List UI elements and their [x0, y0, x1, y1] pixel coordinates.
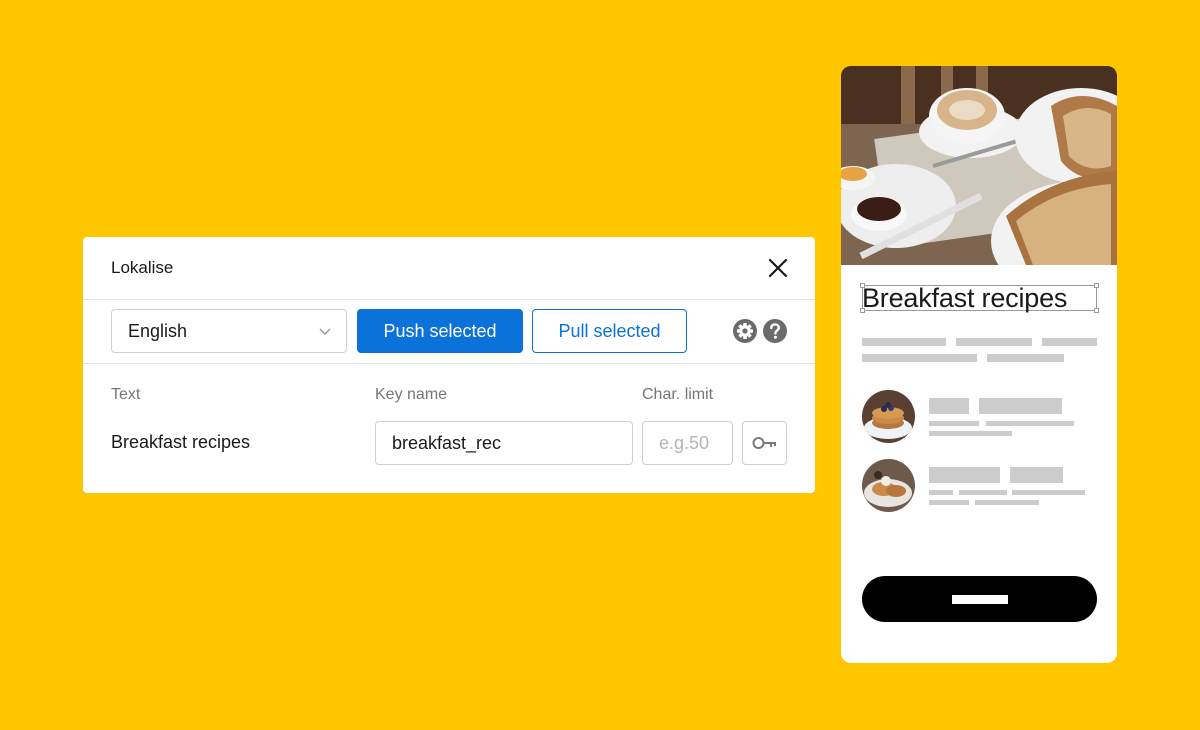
gear-icon[interactable] — [732, 318, 758, 344]
breakfast-hero-image — [841, 66, 1117, 265]
row-source-text: Breakfast recipes — [111, 432, 251, 452]
recipe-thumbnail[interactable] — [862, 459, 915, 512]
close-icon — [768, 258, 788, 278]
close-button[interactable] — [767, 257, 789, 279]
dialog-title: Lokalise — [111, 258, 174, 277]
pull-selected-button[interactable]: Pull selected — [532, 309, 687, 353]
recipe-thumbnail[interactable] — [862, 390, 915, 443]
chevron-down-icon — [319, 328, 331, 336]
key-button[interactable] — [742, 421, 787, 465]
column-header-key-name: Key name — [375, 386, 448, 403]
key-name-input[interactable] — [375, 421, 633, 465]
dialog-header: Lokalise — [83, 237, 815, 300]
char-limit-input[interactable] — [642, 421, 733, 465]
phone-cta-button[interactable] — [862, 576, 1097, 622]
help-icon[interactable] — [762, 318, 788, 344]
language-select-value: English — [128, 320, 188, 341]
cta-label-placeholder — [951, 594, 1008, 604]
key-icon — [752, 437, 776, 449]
push-selected-button[interactable]: Push selected — [357, 309, 523, 353]
phone-title: Breakfast recipes — [862, 283, 1068, 313]
column-header-char-limit: Char. limit — [642, 386, 714, 403]
column-header-text: Text — [111, 386, 141, 403]
lokalise-dialog: Lokalise English Push selected Pull sele… — [83, 237, 815, 493]
dialog-toolbar: English Push selected Pull selected — [83, 300, 815, 364]
language-select[interactable]: English — [111, 309, 347, 353]
phone-mockup: Breakfast recipes — [841, 66, 1117, 663]
